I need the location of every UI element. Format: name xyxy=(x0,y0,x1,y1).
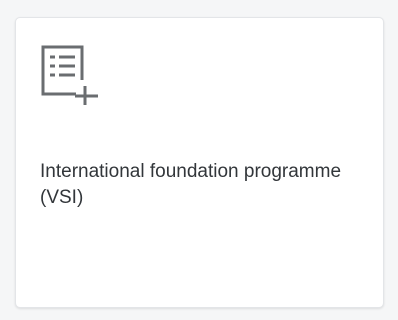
document-list-add-icon xyxy=(40,44,102,110)
tile-title: International foundation programme (VSI) xyxy=(40,161,342,208)
launch-tile[interactable]: International foundation programme (VSI) xyxy=(15,17,384,308)
